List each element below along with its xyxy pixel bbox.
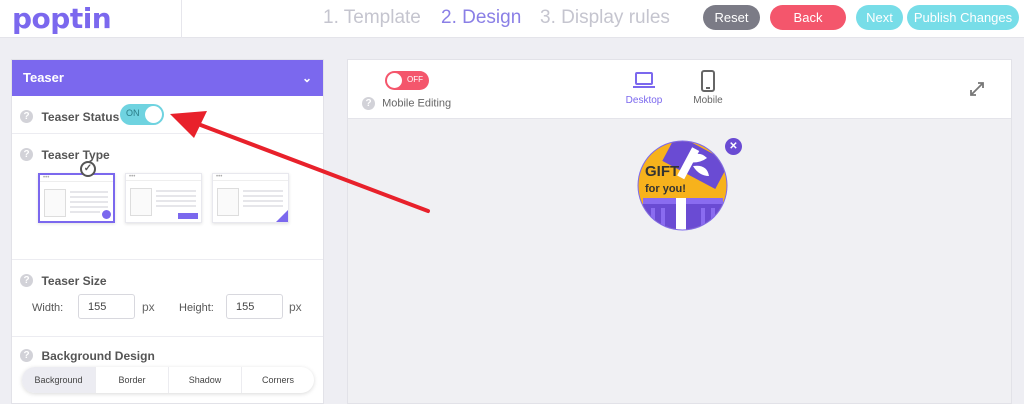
thumb-line [156,195,196,197]
teaser-panel-header[interactable]: Teaser ⌄ [12,60,323,96]
gift-teaser-preview[interactable]: GIFT for you! [637,140,728,231]
thumb-line [70,191,108,193]
teaser-type-option-2[interactable]: ••• [125,173,202,223]
thumb-titlebar: ••• [126,174,201,181]
width-input[interactable]: 155 [78,294,135,319]
step-design[interactable]: 2. Design [441,7,521,29]
teaser-corner-icon [276,210,288,222]
teaser-status-label: Teaser Status [41,109,120,124]
thumb-line [243,200,283,202]
chevron-down-icon[interactable]: ⌄ [302,60,312,96]
top-bar: poptin 1. Template 2. Design 3. Display … [0,0,1024,38]
reset-button[interactable]: Reset [703,5,760,30]
toggle-knob [145,106,162,123]
thumb-line [70,201,108,203]
gift-teaser-line2: for you! [645,183,686,195]
teaser-type-section: ? Teaser Type ••• ✓ ••• ••• [12,134,323,260]
width-label: Width: [32,302,64,314]
tab-background[interactable]: Background [22,367,95,393]
expand-icon[interactable] [968,80,986,98]
step-display-rules[interactable]: 3. Display rules [540,7,670,29]
preview-area: OFF ? Mobile Editing Desktop Mobile GIFT… [347,59,1012,404]
checkmark-icon: ✓ [80,161,96,177]
thumb-box [44,189,66,217]
thumb-line [70,211,100,213]
help-icon[interactable]: ? [20,274,33,288]
thumb-line [70,206,108,208]
mobile-view-button[interactable]: Mobile [678,70,738,106]
tab-corners[interactable]: Corners [241,367,314,393]
teaser-status-section: ? Teaser Status ON [12,96,323,134]
teaser-size-label: Teaser Size [41,273,107,288]
poptin-logo[interactable]: poptin [12,2,112,35]
width-unit: px [142,300,155,314]
height-input[interactable]: 155 [226,294,283,319]
thumb-line [156,205,196,207]
mobile-editing-label: Mobile Editing [382,97,452,110]
desktop-icon [633,72,655,88]
thumb-titlebar: ••• [40,175,113,182]
thumb-line [156,200,196,202]
divider [181,0,182,38]
thumb-line [243,205,283,207]
mobile-phone-icon [701,70,715,92]
thumb-line [243,190,283,192]
height-label: Height: [179,302,214,314]
preview-toolbar: OFF ? Mobile Editing Desktop Mobile [348,60,1011,119]
help-icon[interactable]: ? [20,110,33,124]
close-icon[interactable]: ✕ [725,138,742,155]
help-icon[interactable]: ? [20,349,33,363]
tab-shadow[interactable]: Shadow [168,367,241,393]
mobile-editing-row: ? Mobile Editing [362,97,451,110]
background-design-label: Background Design [41,348,155,363]
panel-title: Teaser [23,70,64,85]
teaser-bar-icon [178,213,198,219]
thumb-line [156,190,196,192]
back-button[interactable]: Back [770,5,846,30]
desktop-view-button[interactable]: Desktop [614,70,674,106]
thumb-line [243,195,283,197]
gift-teaser-line1: GIFT [645,163,679,180]
thumb-box [130,188,152,216]
teaser-settings-panel: Teaser ⌄ ? Teaser Status ON ? Teaser Typ… [11,59,324,404]
teaser-circle-icon [102,210,111,219]
teaser-status-toggle[interactable]: ON [120,104,164,125]
teaser-type-label: Teaser Type [41,147,110,162]
help-icon[interactable]: ? [20,148,33,162]
teaser-type-option-1[interactable]: ••• [38,173,115,223]
teaser-type-option-3[interactable]: ••• [212,173,289,223]
thumb-box [217,188,239,216]
background-design-section: ? Background Design Background Border Sh… [12,337,323,403]
tab-border[interactable]: Border [95,367,168,393]
toggle-state-label: OFF [407,75,423,84]
toggle-state-label: ON [126,108,140,118]
help-icon[interactable]: ? [362,97,375,110]
background-tabs: Background Border Shadow Corners [22,367,314,393]
mobile-editing-toggle[interactable]: OFF [385,71,429,90]
thumb-titlebar: ••• [213,174,288,181]
mobile-label: Mobile [693,95,723,106]
height-unit: px [289,300,302,314]
teaser-size-section: ? Teaser Size Width: 155 px Height: 155 … [12,260,323,337]
step-template[interactable]: 1. Template [323,7,421,29]
next-button[interactable]: Next [856,5,903,30]
desktop-label: Desktop [625,95,663,106]
toggle-knob [387,73,402,88]
thumb-line [70,196,108,198]
publish-changes-button[interactable]: Publish Changes [907,5,1019,30]
